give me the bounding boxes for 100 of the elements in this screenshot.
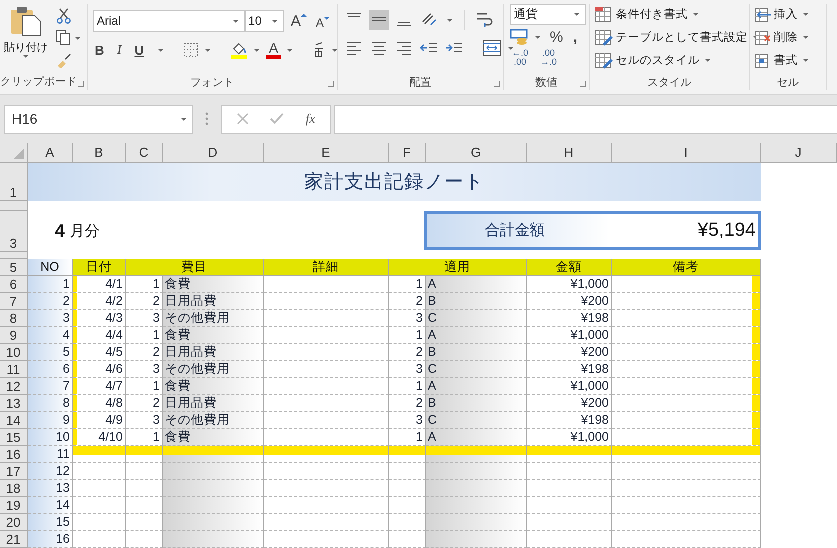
table-cell[interactable] (264, 395, 389, 412)
table-cell[interactable] (527, 514, 612, 531)
cancel-icon[interactable] (236, 113, 249, 125)
style-menu-button[interactable]: 条件付き書式 (594, 5, 745, 24)
dialog-launcher-icon[interactable] (78, 81, 84, 87)
row-header[interactable]: 15 (0, 429, 28, 446)
format-button[interactable]: B (93, 42, 106, 58)
table-cell[interactable] (527, 463, 612, 480)
table-cell[interactable] (527, 446, 612, 463)
table-cell[interactable] (126, 446, 163, 463)
row-header[interactable]: 7 (0, 293, 28, 310)
table-cell[interactable]: 4 (28, 327, 73, 344)
comma-style-button[interactable]: , (569, 28, 582, 46)
table-cell[interactable] (612, 310, 761, 327)
table-cell[interactable] (264, 310, 389, 327)
caret-icon[interactable] (205, 48, 212, 52)
font-color-button[interactable]: A (266, 41, 282, 59)
row-header[interactable] (0, 201, 28, 211)
table-cell[interactable] (163, 480, 264, 497)
column-header[interactable]: I (612, 143, 761, 162)
table-cell[interactable]: 4/5 (73, 344, 126, 361)
row-header[interactable]: 16 (0, 446, 28, 463)
table-cell[interactable]: ¥1,000 (527, 276, 612, 293)
row-header[interactable]: 12 (0, 378, 28, 395)
table-cell[interactable]: 4/7 (73, 378, 126, 395)
table-cell[interactable]: ¥200 (527, 344, 612, 361)
table-cell[interactable] (264, 276, 389, 293)
table-cell[interactable]: 3 (28, 310, 73, 327)
table-cell[interactable]: B (426, 293, 527, 310)
table-cell[interactable]: 4/1 (73, 276, 126, 293)
formula-input[interactable] (334, 104, 837, 134)
table-cell[interactable] (73, 497, 126, 514)
caret-icon[interactable] (158, 48, 164, 52)
column-header[interactable]: H (527, 143, 612, 162)
grow-font-button[interactable]: A (288, 12, 309, 30)
table-cell[interactable]: 食費 (163, 327, 264, 344)
table-cell[interactable] (264, 531, 389, 548)
column-header[interactable]: F (389, 143, 426, 162)
table-cell[interactable] (389, 446, 426, 463)
table-cell[interactable] (426, 480, 527, 497)
dialog-launcher-icon[interactable] (494, 81, 500, 87)
table-cell[interactable]: 11 (28, 446, 73, 463)
table-cell[interactable] (426, 446, 527, 463)
row-header[interactable]: 14 (0, 412, 28, 429)
table-cell[interactable] (612, 276, 761, 293)
table-cell[interactable] (612, 327, 761, 344)
table-cell[interactable]: 食費 (163, 429, 264, 446)
cells-menu-button[interactable]: 削除 (754, 28, 822, 47)
table-cell[interactable] (73, 480, 126, 497)
table-cell[interactable]: A (426, 429, 527, 446)
caret-icon[interactable] (75, 36, 81, 40)
table-cell[interactable]: 4/9 (73, 412, 126, 429)
table-cell[interactable] (426, 514, 527, 531)
row-header[interactable]: 18 (0, 480, 28, 497)
caret-icon[interactable] (287, 48, 294, 52)
style-menu-button[interactable]: セルのスタイル (594, 51, 745, 70)
row-header[interactable]: 13 (0, 395, 28, 412)
copy-icon[interactable] (56, 30, 72, 46)
accounting-format-icon[interactable] (510, 28, 530, 46)
table-cell[interactable] (612, 497, 761, 514)
table-cell[interactable] (527, 531, 612, 548)
format-button[interactable]: I (115, 42, 124, 58)
brush-icon[interactable] (56, 52, 72, 68)
table-cell[interactable] (264, 497, 389, 514)
table-cell[interactable] (163, 497, 264, 514)
table-cell[interactable]: その他費用 (163, 412, 264, 429)
scissors-icon[interactable] (56, 8, 72, 24)
table-cell[interactable]: 7 (28, 378, 73, 395)
table-cell[interactable] (612, 361, 761, 378)
table-cell[interactable]: 1 (28, 276, 73, 293)
grip-icon[interactable] (205, 112, 209, 126)
table-cell[interactable] (527, 480, 612, 497)
table-cell[interactable] (264, 446, 389, 463)
dialog-launcher-icon[interactable] (580, 81, 586, 87)
table-cell[interactable]: 12 (28, 463, 73, 480)
column-header[interactable]: B (73, 143, 126, 162)
table-cell[interactable]: ¥200 (527, 395, 612, 412)
decimal-button[interactable]: ←.0 .00 (510, 49, 531, 67)
table-cell[interactable]: ¥198 (527, 412, 612, 429)
merge-cells-icon[interactable] (482, 39, 502, 57)
table-cell[interactable]: B (426, 395, 527, 412)
table-cell[interactable]: A (426, 378, 527, 395)
table-cell[interactable] (612, 293, 761, 310)
number-format-field[interactable]: 通貨 (510, 4, 586, 25)
table-cell[interactable]: その他費用 (163, 310, 264, 327)
table-cell[interactable]: C (426, 412, 527, 429)
table-cell[interactable]: 4/2 (73, 293, 126, 310)
table-cell[interactable]: ¥198 (527, 361, 612, 378)
column-header[interactable]: C (126, 143, 163, 162)
check-icon[interactable] (270, 113, 284, 125)
row-header[interactable]: 6 (0, 276, 28, 293)
paste-button[interactable]: 貼り付け (4, 6, 48, 72)
table-cell[interactable] (264, 480, 389, 497)
table-cell[interactable] (612, 395, 761, 412)
name-box[interactable]: H16 (4, 104, 193, 134)
table-cell[interactable]: 4/3 (73, 310, 126, 327)
caret-icon[interactable] (332, 48, 338, 52)
table-cell[interactable]: ¥200 (527, 293, 612, 310)
table-cell[interactable] (612, 531, 761, 548)
table-cell[interactable]: C (426, 310, 527, 327)
